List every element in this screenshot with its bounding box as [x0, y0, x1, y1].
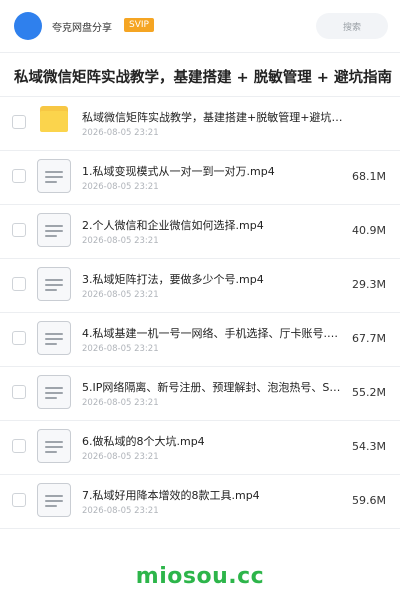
row-checkbox[interactable]: [12, 493, 26, 507]
document-icon: [37, 429, 71, 463]
file-date: 2026-08-05 23:21: [82, 344, 159, 354]
file-date: 2026-08-05 23:21: [82, 128, 159, 138]
file-name[interactable]: 1.私域变现模式从一对一到一对万.mp4: [82, 163, 344, 179]
file-name[interactable]: 5.IP网络隔离、新号注册、预理解封、泡泡热号、S…: [82, 379, 344, 395]
row-checkbox[interactable]: [12, 223, 26, 237]
file-date: 2026-08-05 23:21: [82, 506, 159, 516]
file-name[interactable]: 6.做私域的8个大坑.mp4: [82, 433, 344, 449]
avatar[interactable]: [14, 12, 42, 40]
file-size: 67.7M: [352, 332, 386, 345]
file-row[interactable]: 3.私域矩阵打法，要做多少个号.mp4 2026-08-05 23:21 29.3M: [0, 258, 400, 312]
row-checkbox[interactable]: [12, 169, 26, 183]
document-icon: [37, 267, 71, 301]
file-size: 40.9M: [352, 224, 386, 237]
row-checkbox[interactable]: [12, 385, 26, 399]
svip-badge: SVIP: [124, 18, 154, 32]
top-bar: 夸克网盘分享 SVIP 搜索: [0, 0, 400, 52]
document-icon: [37, 375, 71, 409]
folder-row[interactable]: 私域微信矩阵实战教学，基建搭建+脱敏管理+避坑指南 2026-08-05 23:2…: [0, 96, 400, 150]
file-row[interactable]: 2.个人微信和企业微信如何选择.mp4 2026-08-05 23:21 40.9M: [0, 204, 400, 258]
document-icon: [37, 159, 71, 193]
watermark-text: miosou.cc: [135, 564, 265, 589]
file-date: 2026-08-05 23:21: [82, 182, 159, 192]
file-date: 2026-08-05 23:21: [82, 236, 159, 246]
search-button[interactable]: 搜索: [316, 13, 388, 39]
file-row[interactable]: 6.做私域的8个大坑.mp4 2026-08-05 23:21 54.3M: [0, 420, 400, 474]
file-row[interactable]: 5.IP网络隔离、新号注册、预理解封、泡泡热号、S… 2026-08-05 23:…: [0, 366, 400, 420]
file-name[interactable]: 2.个人微信和企业微信如何选择.mp4: [82, 217, 344, 233]
header-divider: [0, 52, 400, 53]
row-checkbox[interactable]: [12, 277, 26, 291]
file-size: 54.3M: [352, 440, 386, 453]
file-date: 2026-08-05 23:21: [82, 452, 159, 462]
document-icon: [37, 321, 71, 355]
folder-icon: [40, 106, 68, 132]
file-name[interactable]: 4.私域基建一机一号一网络、手机选择、厅卡账号.m…: [82, 325, 344, 341]
page-title: 私域微信矩阵实战教学，基建搭建 + 脱敏管理 + 避坑指南: [14, 70, 392, 86]
row-checkbox[interactable]: [12, 115, 26, 129]
row-checkbox[interactable]: [12, 439, 26, 453]
file-name[interactable]: 7.私域好用降本增效的8款工具.mp4: [82, 487, 344, 503]
file-date: 2026-08-05 23:21: [82, 290, 159, 300]
document-icon: [37, 213, 71, 247]
file-row[interactable]: 4.私域基建一机一号一网络、手机选择、厅卡账号.m… 2026-08-05 23:…: [0, 312, 400, 366]
file-size: 55.2M: [352, 386, 386, 399]
file-row[interactable]: 7.私域好用降本增效的8款工具.mp4 2026-08-05 23:21 59.6M: [0, 474, 400, 528]
file-size: 68.1M: [352, 170, 386, 183]
file-size: 59.6M: [352, 494, 386, 507]
file-size: 29.3M: [352, 278, 386, 291]
file-name[interactable]: 3.私域矩阵打法，要做多少个号.mp4: [82, 271, 344, 287]
file-name[interactable]: 私域微信矩阵实战教学，基建搭建+脱敏管理+避坑指南: [82, 109, 344, 125]
file-date: 2026-08-05 23:21: [82, 398, 159, 408]
file-row[interactable]: 1.私域变现模式从一对一到一对万.mp4 2026-08-05 23:21 68.1…: [0, 150, 400, 204]
row-checkbox[interactable]: [12, 331, 26, 345]
document-icon: [37, 483, 71, 517]
brand-name: 夸克网盘分享: [52, 23, 112, 34]
row-divider: [0, 528, 400, 529]
